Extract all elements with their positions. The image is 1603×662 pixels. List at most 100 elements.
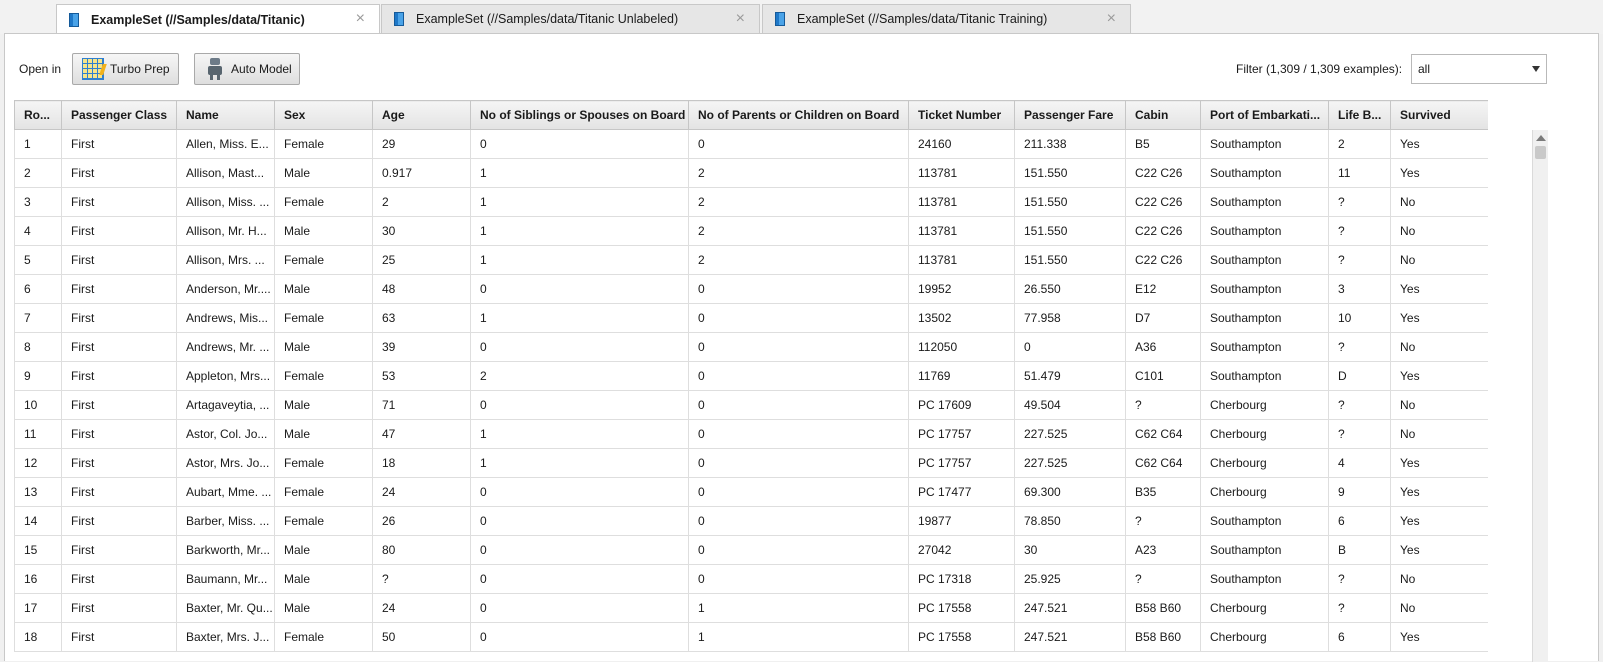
table-cell: 0 — [470, 274, 689, 304]
column-header[interactable]: No of Parents or Children on Board — [688, 100, 909, 130]
table-cell: C62 C64 — [1125, 448, 1201, 478]
table-cell: First — [61, 158, 177, 188]
scroll-up-arrow-icon[interactable] — [1536, 135, 1546, 141]
column-header[interactable]: Passenger Fare — [1014, 100, 1126, 130]
table-cell: 0 — [470, 593, 689, 623]
table-cell: Female — [274, 448, 373, 478]
tab-titanic-unlabeled[interactable]: ExampleSet (//Samples/data/Titanic Unlab… — [381, 4, 760, 33]
table-cell: ? — [1328, 564, 1391, 594]
column-header[interactable]: No of Siblings or Spouses on Board — [470, 100, 689, 130]
table-cell: 1 — [470, 216, 689, 246]
table-cell: ? — [372, 564, 471, 594]
table-row[interactable]: 5 First Allison, Mrs. ... Female 25 1 2 113781 1… — [14, 245, 1488, 275]
table-cell: Barkworth, Mr... — [176, 535, 275, 565]
filter-select[interactable]: all — [1411, 54, 1547, 84]
table-cell: First — [61, 332, 177, 362]
table-row[interactable]: 15 First Barkworth, Mr... Male 80 0 0 27042 30 A2… — [14, 535, 1488, 565]
table-cell: Baumann, Mr... — [176, 564, 275, 594]
close-icon[interactable]: × — [1107, 10, 1116, 28]
table-cell: First — [61, 187, 177, 217]
column-header[interactable]: Age — [372, 100, 471, 130]
table-cell: 1 — [14, 129, 62, 159]
document-icon — [69, 13, 79, 27]
scroll-thumb[interactable] — [1535, 146, 1546, 159]
tab-titanic-training[interactable]: ExampleSet (//Samples/data/Titanic Train… — [762, 4, 1131, 33]
table-row[interactable]: 9 First Appleton, Mrs... Female 53 2 0 11769 51.… — [14, 361, 1488, 391]
table-row[interactable]: 11 First Astor, Col. Jo... Male 47 1 0 PC 17757… — [14, 419, 1488, 449]
turbo-prep-button[interactable]: Turbo Prep — [72, 53, 179, 85]
table-cell: Female — [274, 245, 373, 275]
table-cell: No — [1390, 419, 1488, 449]
table-cell: 1 — [470, 245, 689, 275]
column-header[interactable]: Name — [176, 100, 275, 130]
example-set-panel: Open in Turbo Prep Auto Model Filter (1,… — [4, 33, 1599, 662]
table-cell: 6 — [1328, 622, 1391, 652]
column-header[interactable]: Life B... — [1328, 100, 1391, 130]
table-cell: 0 — [688, 564, 909, 594]
table-cell: 151.550 — [1014, 245, 1126, 275]
table-cell: ? — [1125, 564, 1201, 594]
table-row[interactable]: 8 First Andrews, Mr. ... Male 39 0 0 112050 0 A36… — [14, 332, 1488, 362]
table-row[interactable]: 10 First Artagaveytia, ... Male 71 0 0 PC 17609… — [14, 390, 1488, 420]
table-cell: Yes — [1390, 361, 1488, 391]
table-row[interactable]: 3 First Allison, Miss. ... Female 2 1 2 113781 1… — [14, 187, 1488, 217]
table-cell: 113781 — [908, 158, 1015, 188]
table-row[interactable]: 4 First Allison, Mr. H... Male 30 1 2 113781 151… — [14, 216, 1488, 246]
table-cell: 10 — [1328, 303, 1391, 333]
table-cell: 0 — [688, 535, 909, 565]
table-cell: No — [1390, 216, 1488, 246]
table-cell: Yes — [1390, 303, 1488, 333]
table-row[interactable]: 16 First Baumann, Mr... Male? 0 0 PC 17318 25.9… — [14, 564, 1488, 594]
table-body: 1 First Allen, Miss. E... Female 29 0 0 24160 21… — [14, 129, 1488, 652]
table-row[interactable]: 7 First Andrews, Mis... Female 63 1 0 13502 77.9… — [14, 303, 1488, 333]
table-cell: Allison, Mr. H... — [176, 216, 275, 246]
table-cell: 247.521 — [1014, 593, 1126, 623]
table-cell: 0 — [470, 506, 689, 536]
table-row[interactable]: 2 First Allison, Mast... Male 0.917 1 2 113781 1… — [14, 158, 1488, 188]
column-header[interactable]: Survived — [1390, 100, 1488, 130]
column-header[interactable]: Port of Embarkati... — [1200, 100, 1329, 130]
table-row[interactable]: 12 First Astor, Mrs. Jo... Female 18 1 0 PC 177… — [14, 448, 1488, 478]
table-cell: Yes — [1390, 506, 1488, 536]
table-cell: 0 — [688, 506, 909, 536]
table-cell: First — [61, 477, 177, 507]
table-cell: 113781 — [908, 245, 1015, 275]
table-cell: 3 — [1328, 274, 1391, 304]
table-cell: 227.525 — [1014, 448, 1126, 478]
table-cell: 0 — [470, 535, 689, 565]
table-cell: First — [61, 535, 177, 565]
close-icon[interactable]: × — [356, 10, 365, 28]
turbo-prep-icon — [82, 58, 104, 80]
column-header[interactable]: Ticket Number — [908, 100, 1015, 130]
table-cell: Cherbourg — [1200, 448, 1329, 478]
table-cell: PC 17558 — [908, 593, 1015, 623]
auto-model-button[interactable]: Auto Model — [194, 53, 300, 85]
table-cell: Southampton — [1200, 535, 1329, 565]
column-header[interactable]: Ro... — [14, 100, 62, 130]
table-row[interactable]: 13 First Aubart, Mme. ... Female 24 0 0 PC 1747… — [14, 477, 1488, 507]
table-row[interactable]: 17 First Baxter, Mr. Qu... Male 24 0 1 PC 17558… — [14, 593, 1488, 623]
table-row[interactable]: 18 First Baxter, Mrs. J... Female 50 0 1 PC 175… — [14, 622, 1488, 652]
vertical-scrollbar[interactable] — [1532, 130, 1548, 662]
table-cell: First — [61, 564, 177, 594]
table-cell: Cherbourg — [1200, 622, 1329, 652]
tab-titanic[interactable]: ExampleSet (//Samples/data/Titanic) × — [56, 4, 380, 35]
column-header[interactable]: Cabin — [1125, 100, 1201, 130]
table-cell: 0 — [688, 274, 909, 304]
column-header[interactable]: Sex — [274, 100, 373, 130]
table-row[interactable]: 14 First Barber, Miss. ... Female 26 0 0 19877 7… — [14, 506, 1488, 536]
close-icon[interactable]: × — [736, 10, 745, 28]
column-header[interactable]: Passenger Class — [61, 100, 177, 130]
table-cell: First — [61, 274, 177, 304]
table-row[interactable]: 6 First Anderson, Mr.... Male 48 0 0 19952 26.55… — [14, 274, 1488, 304]
table-row[interactable]: 1 First Allen, Miss. E... Female 29 0 0 24160 21… — [14, 129, 1488, 159]
table-cell: Southampton — [1200, 129, 1329, 159]
table-cell: 151.550 — [1014, 216, 1126, 246]
table-header-row: Ro... Passenger Class Name Sex Age No of Sibl… — [14, 100, 1488, 130]
filter-label: Filter (1,309 / 1,309 examples): — [1236, 62, 1403, 76]
table-cell: PC 17318 — [908, 564, 1015, 594]
table-cell: Female — [274, 506, 373, 536]
table-cell: 0 — [688, 303, 909, 333]
table-cell: Male — [274, 390, 373, 420]
table-cell: Cherbourg — [1200, 477, 1329, 507]
